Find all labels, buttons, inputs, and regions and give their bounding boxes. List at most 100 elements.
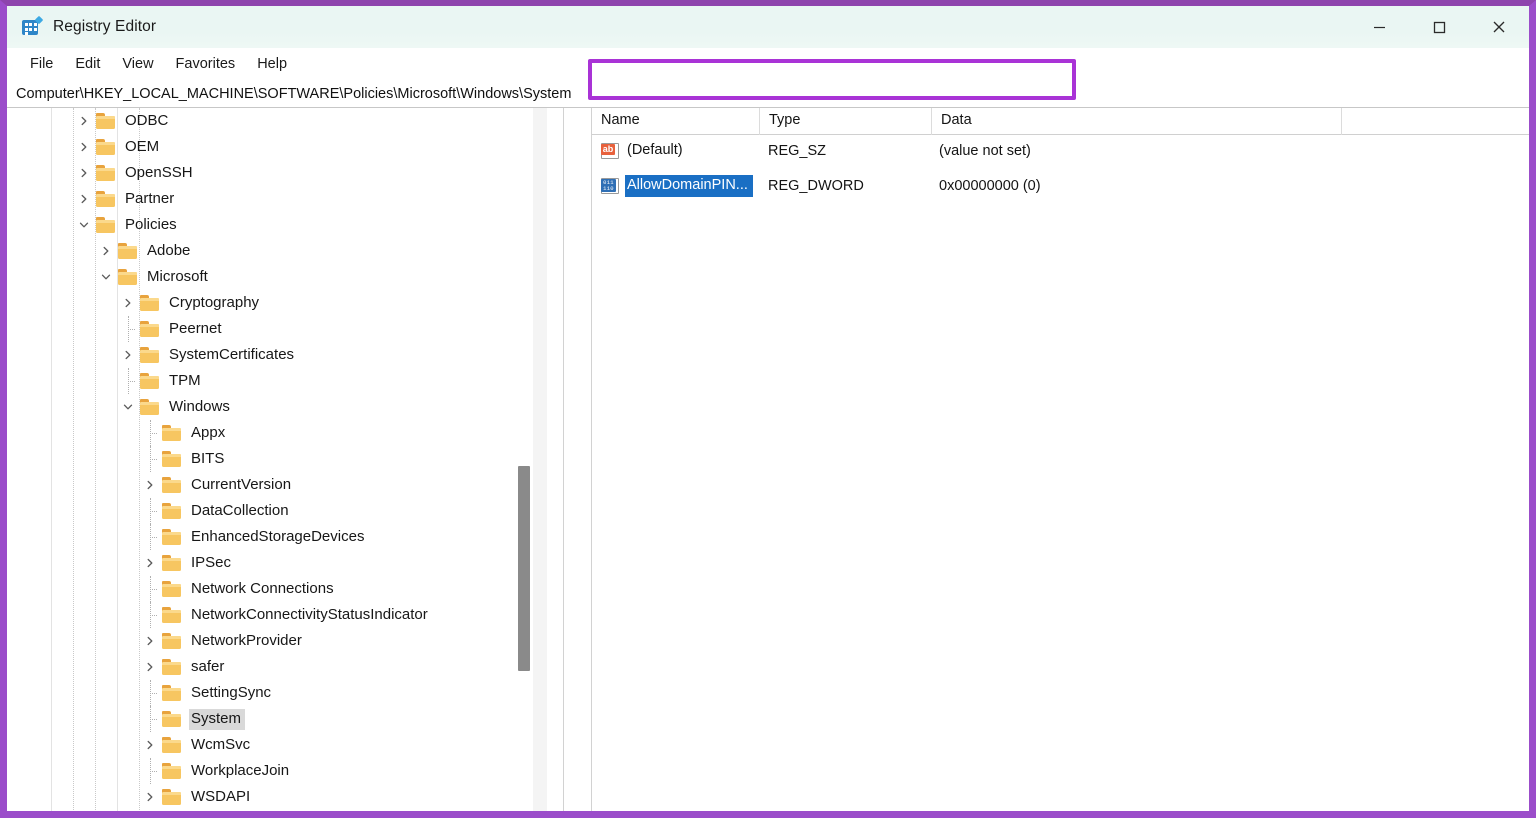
value-row[interactable]: ab(Default)REG_SZ(value not set) bbox=[592, 137, 1530, 164]
tree-node-bits[interactable]: BITS bbox=[7, 446, 547, 472]
value-type: REG_SZ bbox=[768, 143, 826, 159]
tree-node-enhancedstoragedevices[interactable]: EnhancedStorageDevices bbox=[7, 524, 547, 550]
tree-node-adobe[interactable]: Adobe bbox=[7, 238, 547, 264]
minimize-icon[interactable] bbox=[1349, 6, 1409, 48]
tree-scrollbar[interactable] bbox=[533, 108, 547, 818]
chevron-right-icon[interactable] bbox=[139, 628, 161, 654]
tree-node-label: NetworkProvider bbox=[189, 631, 306, 652]
chevron-right-icon[interactable] bbox=[117, 807, 139, 818]
tree-node-networkprovider[interactable]: NetworkProvider bbox=[7, 628, 547, 654]
chevron-right-icon[interactable] bbox=[139, 550, 161, 576]
tree-node-label: CurrentVersion bbox=[189, 475, 295, 496]
values-column-header: Name Type Data bbox=[592, 108, 1530, 135]
menu-bar: File Edit View Favorites Help bbox=[7, 48, 1529, 80]
tree-node-appx[interactable]: Appx bbox=[7, 420, 547, 446]
tree-node-label: BITS bbox=[189, 449, 228, 470]
tree-node-openssh[interactable]: OpenSSH bbox=[7, 160, 547, 186]
tree-node-label: Microsoft bbox=[145, 267, 212, 288]
tree-node-network-connections[interactable]: Network Connections bbox=[7, 576, 547, 602]
menu-item-view[interactable]: View bbox=[111, 53, 164, 75]
chevron-down-icon[interactable] bbox=[95, 264, 117, 290]
pane-splitter[interactable] bbox=[563, 108, 591, 818]
menu-item-help[interactable]: Help bbox=[246, 53, 298, 75]
chevron-right-icon[interactable] bbox=[139, 654, 161, 680]
folder-icon bbox=[139, 320, 161, 338]
chevron-right-icon[interactable] bbox=[73, 134, 95, 160]
tree-node-label: NetworkConnectivityStatusIndicator bbox=[189, 605, 432, 626]
tree-connector bbox=[139, 706, 161, 732]
tree-node-label: WorkplaceJoin bbox=[189, 761, 293, 782]
tree-node-workplacejoin[interactable]: WorkplaceJoin bbox=[7, 758, 547, 784]
tree-node-wcmsvc[interactable]: WcmSvc bbox=[7, 732, 547, 758]
column-header-type[interactable]: Type bbox=[760, 108, 932, 135]
menu-item-favorites[interactable]: Favorites bbox=[165, 53, 247, 75]
folder-icon bbox=[161, 528, 183, 546]
chevron-right-icon[interactable] bbox=[117, 342, 139, 368]
chevron-right-icon[interactable] bbox=[117, 290, 139, 316]
close-icon[interactable] bbox=[1469, 6, 1529, 48]
tree-node-wsdapi[interactable]: WSDAPI bbox=[7, 784, 547, 810]
value-name[interactable]: (Default) bbox=[625, 140, 688, 162]
chevron-right-icon[interactable] bbox=[139, 732, 161, 758]
tree-node-windows[interactable]: Windows bbox=[7, 394, 547, 420]
tree-connector bbox=[139, 420, 161, 446]
tree-node-label: Appx bbox=[189, 423, 229, 444]
chevron-right-icon[interactable] bbox=[139, 784, 161, 810]
tree-node-settingsync[interactable]: SettingSync bbox=[7, 680, 547, 706]
folder-icon bbox=[161, 502, 183, 520]
tree-node-label: WSDAPI bbox=[189, 787, 254, 808]
reg-sz-icon: ab bbox=[601, 143, 619, 159]
tree-node-peernet[interactable]: Peernet bbox=[7, 316, 547, 342]
folder-icon bbox=[161, 710, 183, 728]
tree-node-windows-defender[interactable]: Windows Defender bbox=[7, 810, 547, 818]
tree-scrollbar-thumb[interactable] bbox=[518, 466, 530, 671]
maximize-icon[interactable] bbox=[1409, 6, 1469, 48]
tree-node-tpm[interactable]: TPM bbox=[7, 368, 547, 394]
tree-connector bbox=[139, 680, 161, 706]
tree-node-label: OEM bbox=[123, 137, 163, 158]
tree-node-label: Adobe bbox=[145, 241, 194, 262]
menu-item-file[interactable]: File bbox=[19, 53, 64, 75]
menu-item-edit[interactable]: Edit bbox=[64, 53, 111, 75]
chevron-right-icon[interactable] bbox=[95, 238, 117, 264]
registry-values-pane[interactable]: Name Type Data ab(Default)REG_SZ(value n… bbox=[591, 108, 1529, 818]
chevron-right-icon[interactable] bbox=[139, 472, 161, 498]
folder-icon bbox=[139, 346, 161, 364]
tree-node-oem[interactable]: OEM bbox=[7, 134, 547, 160]
tree-node-systemcertificates[interactable]: SystemCertificates bbox=[7, 342, 547, 368]
tree-node-policies[interactable]: Policies bbox=[7, 212, 547, 238]
tree-node-networkconnectivitystatusindicator[interactable]: NetworkConnectivityStatusIndicator bbox=[7, 602, 547, 628]
value-name[interactable]: AllowDomainPIN... bbox=[625, 175, 753, 197]
column-header-data[interactable]: Data bbox=[932, 108, 1342, 135]
chevron-down-icon[interactable] bbox=[117, 394, 139, 420]
folder-icon bbox=[95, 138, 117, 156]
registry-key-tree[interactable]: ODBC OEMOpenSSHPartnerPolicies Adobe Micros… bbox=[7, 108, 563, 818]
tree-node-label: WcmSvc bbox=[189, 735, 254, 756]
tree-node-cryptography[interactable]: Cryptography bbox=[7, 290, 547, 316]
tree-node-label: Cryptography bbox=[167, 293, 263, 314]
tree-node-label: safer bbox=[189, 657, 228, 678]
address-bar[interactable]: Computer\HKEY_LOCAL_MACHINE\SOFTWARE\Pol… bbox=[7, 80, 1529, 108]
tree-node-ipsec[interactable]: IPSec bbox=[7, 550, 547, 576]
folder-icon bbox=[161, 762, 183, 780]
tree-node-odbc[interactable]: ODBC bbox=[7, 108, 547, 134]
folder-icon bbox=[161, 684, 183, 702]
tree-node-datacollection[interactable]: DataCollection bbox=[7, 498, 547, 524]
tree-node-label: SystemCertificates bbox=[167, 345, 298, 366]
folder-icon bbox=[161, 580, 183, 598]
registry-editor-icon bbox=[21, 17, 41, 37]
folder-icon bbox=[95, 216, 117, 234]
value-row[interactable]: 011110AllowDomainPIN...REG_DWORD0x000000… bbox=[592, 172, 1530, 200]
tree-node-system[interactable]: System bbox=[7, 706, 547, 732]
chevron-right-icon[interactable] bbox=[73, 108, 95, 134]
tree-node-safer[interactable]: safer bbox=[7, 654, 547, 680]
column-header-name[interactable]: Name bbox=[592, 108, 760, 135]
folder-icon bbox=[161, 788, 183, 806]
chevron-right-icon[interactable] bbox=[73, 160, 95, 186]
chevron-down-icon[interactable] bbox=[73, 212, 95, 238]
chevron-right-icon[interactable] bbox=[73, 186, 95, 212]
tree-node-partner[interactable]: Partner bbox=[7, 186, 547, 212]
tree-node-currentversion[interactable]: CurrentVersion bbox=[7, 472, 547, 498]
folder-icon bbox=[139, 294, 161, 312]
tree-node-microsoft[interactable]: Microsoft bbox=[7, 264, 547, 290]
